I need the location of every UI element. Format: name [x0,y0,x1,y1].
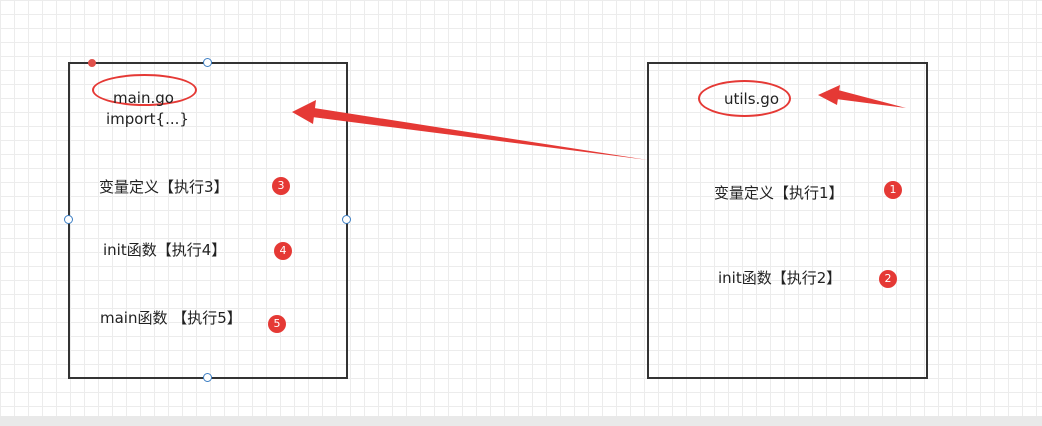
import-arrow-shaft [312,108,648,160]
import-arrow-head [292,100,316,124]
import-arrow [292,100,648,160]
utils-pointer-arrow [818,85,906,108]
bottom-scroll-bar[interactable] [0,416,1042,426]
utils-pointer-shaft [836,90,906,108]
arrows-layer [292,85,906,160]
utils-pointer-head [818,85,840,105]
